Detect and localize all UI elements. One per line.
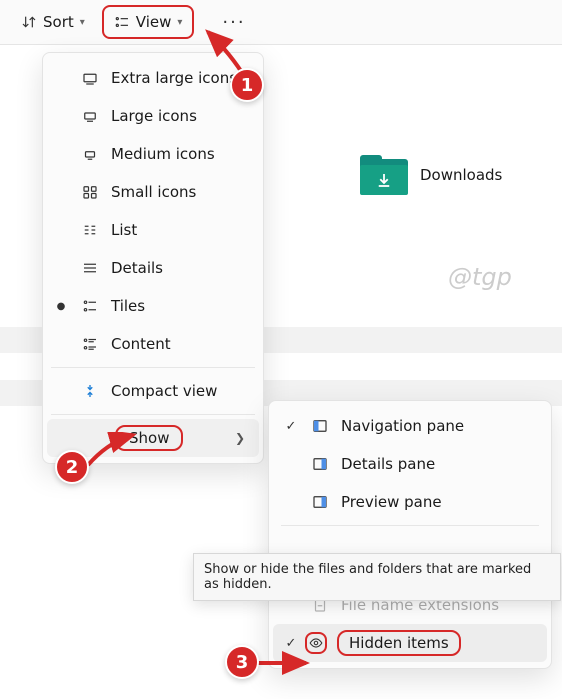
compact-view-icon bbox=[79, 382, 101, 400]
menu-label: Compact view bbox=[111, 382, 249, 400]
callout-badge-2: 2 bbox=[55, 450, 89, 484]
menu-label: Tiles bbox=[111, 297, 249, 315]
extra-large-icons-icon bbox=[79, 69, 101, 87]
folder-item-downloads[interactable]: Downloads bbox=[360, 155, 502, 195]
view-button[interactable]: View ▾ bbox=[102, 5, 195, 39]
view-option-medium-icons[interactable]: Medium icons bbox=[43, 135, 263, 173]
view-icon bbox=[114, 14, 130, 30]
navigation-pane-icon bbox=[309, 417, 331, 435]
menu-label: Medium icons bbox=[111, 145, 249, 163]
menu-separator bbox=[281, 525, 539, 526]
view-option-tiles[interactable]: ● Tiles bbox=[43, 287, 263, 325]
bullet-icon: ● bbox=[53, 301, 69, 312]
chevron-down-icon: ▾ bbox=[80, 17, 85, 28]
menu-label: Content bbox=[111, 335, 249, 353]
view-option-small-icons[interactable]: Small icons bbox=[43, 173, 263, 211]
hidden-items-label: Hidden items bbox=[337, 630, 461, 656]
menu-label: Large icons bbox=[111, 107, 249, 125]
show-option-navigation-pane[interactable]: ✓ Navigation pane bbox=[273, 407, 547, 445]
large-icons-icon bbox=[79, 107, 101, 125]
sort-button[interactable]: Sort ▾ bbox=[10, 6, 96, 38]
submenu-label: Details pane bbox=[341, 455, 533, 473]
check-icon: ✓ bbox=[283, 419, 299, 434]
tooltip-text: Show or hide the files and folders that … bbox=[204, 562, 531, 592]
tiles-icon bbox=[79, 297, 101, 315]
callout-badge-3: 3 bbox=[225, 645, 259, 679]
show-submenu: ✓ Navigation pane Details pane Preview p… bbox=[268, 400, 552, 669]
view-label: View bbox=[136, 13, 172, 31]
show-option-details-pane[interactable]: Details pane bbox=[273, 445, 547, 483]
view-option-details[interactable]: Details bbox=[43, 249, 263, 287]
check-icon: ✓ bbox=[283, 636, 299, 651]
view-option-compact[interactable]: Compact view bbox=[43, 372, 263, 410]
view-option-list[interactable]: List bbox=[43, 211, 263, 249]
annotation-arrow bbox=[83, 432, 143, 472]
sort-label: Sort bbox=[43, 13, 74, 31]
toolbar: Sort ▾ View ▾ ··· bbox=[0, 0, 562, 45]
content-icon bbox=[79, 335, 101, 353]
preview-pane-icon bbox=[309, 493, 331, 511]
view-option-content[interactable]: Content bbox=[43, 325, 263, 363]
folder-icon bbox=[360, 155, 408, 195]
view-menu: Extra large icons Large icons Medium ico… bbox=[42, 52, 264, 464]
medium-icons-icon bbox=[79, 145, 101, 163]
folder-label: Downloads bbox=[420, 166, 502, 184]
show-option-preview-pane[interactable]: Preview pane bbox=[273, 483, 547, 521]
watermark: @tgp bbox=[448, 263, 512, 291]
annotation-arrow bbox=[254, 650, 314, 676]
details-icon bbox=[79, 259, 101, 277]
menu-label: List bbox=[111, 221, 249, 239]
tooltip: Show or hide the files and folders that … bbox=[193, 553, 561, 601]
menu-label: Details bbox=[111, 259, 249, 277]
chevron-right-icon: ❯ bbox=[235, 431, 245, 445]
callout-badge-1: 1 bbox=[230, 68, 264, 102]
show-option-hidden-items[interactable]: ✓ Hidden items bbox=[273, 624, 547, 662]
submenu-label: Preview pane bbox=[341, 493, 533, 511]
small-icons-icon bbox=[79, 183, 101, 201]
chevron-down-icon: ▾ bbox=[177, 17, 182, 28]
list-icon bbox=[79, 221, 101, 239]
view-option-large-icons[interactable]: Large icons bbox=[43, 97, 263, 135]
submenu-label: Navigation pane bbox=[341, 417, 533, 435]
sort-icon bbox=[21, 14, 37, 30]
menu-separator bbox=[51, 367, 255, 368]
menu-separator bbox=[51, 414, 255, 415]
menu-label: Small icons bbox=[111, 183, 249, 201]
details-pane-icon bbox=[309, 455, 331, 473]
